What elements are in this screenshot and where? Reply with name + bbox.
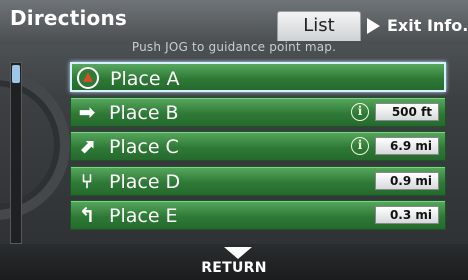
bear-right-icon: ⬈: [78, 134, 96, 158]
fork-right-icon: ⑂: [81, 168, 93, 193]
list-item[interactable]: ↰ Place E 0.3 mi: [70, 200, 446, 230]
list-item[interactable]: Place A: [70, 62, 446, 92]
page-title: Directions: [10, 6, 128, 30]
exit-info-label: Exit Info.: [387, 16, 468, 35]
exit-info-button[interactable]: Exit Info.: [365, 12, 468, 40]
directions-screen: Directions List Exit Info. Push JOG to g…: [0, 0, 468, 280]
directions-list: Place A ➡ Place B i 500 ft ⬈ Place C i 6…: [70, 62, 446, 235]
chevron-down-icon: [224, 247, 252, 259]
scrollbar[interactable]: [10, 62, 22, 244]
scrollbar-thumb[interactable]: [12, 65, 20, 83]
tab-list[interactable]: List: [277, 11, 361, 41]
turn-left-icon: ↰: [78, 203, 96, 227]
return-button[interactable]: RETURN: [0, 260, 468, 276]
list-item[interactable]: ⑂ Place D 0.9 mi: [70, 165, 446, 196]
place-label: Place A: [110, 68, 180, 90]
info-icon[interactable]: i: [351, 137, 369, 155]
distance-badge: 6.9 mi: [375, 137, 439, 155]
place-label: Place B: [109, 101, 179, 124]
header-bar: Directions List Exit Info.: [0, 0, 468, 44]
info-icon[interactable]: i: [351, 102, 369, 121]
distance-badge: 0.3 mi: [375, 206, 439, 224]
play-arrow-icon: [367, 18, 380, 34]
place-label: Place D: [109, 170, 181, 193]
distance-badge: 500 ft: [375, 102, 439, 121]
place-label: Place C: [109, 136, 179, 158]
list-item[interactable]: ⬈ Place C i 6.9 mi: [70, 131, 446, 161]
turn-right-icon: ➡: [78, 99, 96, 124]
distance-badge: 0.9 mi: [375, 171, 439, 190]
place-label: Place E: [109, 205, 178, 227]
list-item[interactable]: ➡ Place B i 500 ft: [70, 96, 446, 127]
destination-flag-icon: [77, 67, 99, 89]
jog-hint-text: Push JOG to guidance point map.: [131, 40, 337, 54]
footer-bar: RETURN: [0, 244, 468, 280]
